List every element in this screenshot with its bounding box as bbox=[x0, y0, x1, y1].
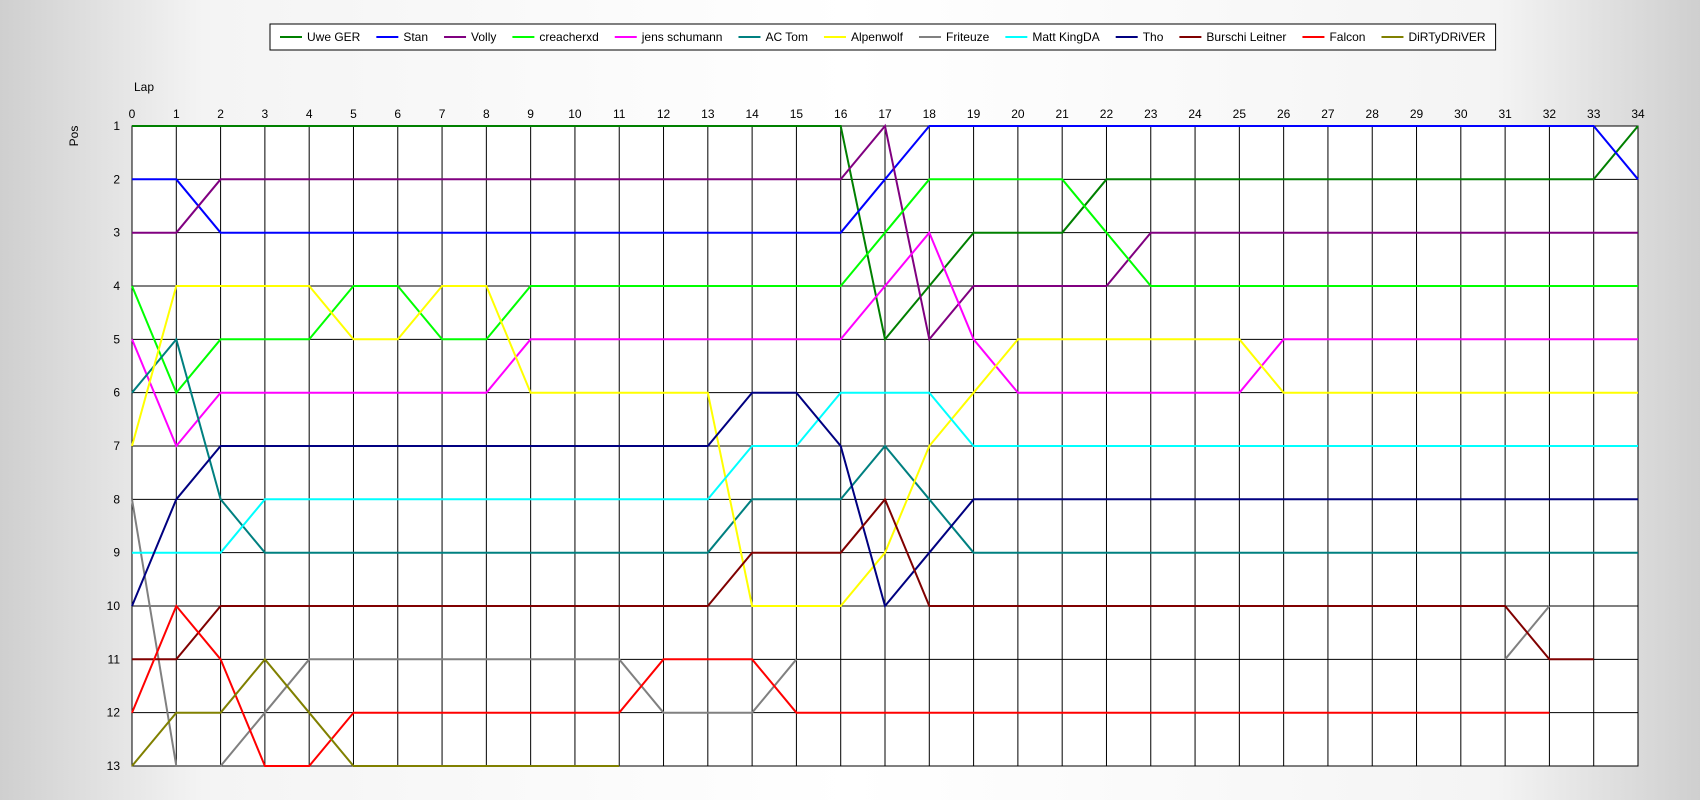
x-tick-label: 13 bbox=[701, 107, 715, 121]
x-tick-labels: 0 1 2 3 4 5 6 7 8 9 10 11 12 13 14 15 16 17 18 19 20 21 22 23 24… bbox=[129, 107, 1645, 121]
x-tick-label: 20 bbox=[1011, 107, 1025, 121]
y-tick-label: 3 bbox=[113, 226, 120, 240]
x-tick-label: 14 bbox=[745, 107, 759, 121]
x-tick-label: 6 bbox=[394, 107, 401, 121]
x-tick-label: 27 bbox=[1321, 107, 1335, 121]
x-tick-label: 30 bbox=[1454, 107, 1468, 121]
y-tick-label: 9 bbox=[113, 546, 120, 560]
legend: Uwe GER Stan Volly creacherxd jens schumann A… bbox=[269, 23, 1497, 51]
x-tick-label: 15 bbox=[790, 107, 804, 121]
y-axis-label: Pos bbox=[67, 126, 81, 147]
x-tick-label: 25 bbox=[1233, 107, 1247, 121]
x-tick-label: 7 bbox=[439, 107, 446, 121]
y-tick-label: 5 bbox=[113, 332, 120, 346]
x-tick-label: 4 bbox=[306, 107, 313, 121]
legend-label-falcon: Falcon bbox=[1329, 30, 1365, 44]
legend-label-friteuze: Friteuze bbox=[946, 30, 990, 44]
x-tick-label: 26 bbox=[1277, 107, 1291, 121]
x-tick-label: 17 bbox=[878, 107, 892, 121]
legend-label-dirtydriver: DiRTyDRiVER bbox=[1408, 30, 1485, 44]
x-tick-label: 8 bbox=[483, 107, 490, 121]
legend-label-ac-tom: AC Tom bbox=[765, 30, 807, 44]
y-tick-label: 11 bbox=[108, 652, 121, 666]
y-tick-label: 8 bbox=[113, 492, 120, 506]
legend-label-stan: Stan bbox=[403, 30, 428, 44]
x-tick-label: 33 bbox=[1587, 107, 1601, 121]
y-tick-label: 12 bbox=[107, 706, 121, 720]
x-tick-label: 34 bbox=[1631, 107, 1645, 121]
x-tick-label: 22 bbox=[1100, 107, 1114, 121]
legend-label-tho: Tho bbox=[1143, 30, 1164, 44]
x-tick-label: 11 bbox=[613, 107, 626, 121]
x-tick-label: 19 bbox=[967, 107, 981, 121]
x-tick-label: 31 bbox=[1498, 107, 1512, 121]
x-tick-label: 3 bbox=[262, 107, 269, 121]
y-tick-label: 1 bbox=[113, 119, 120, 133]
x-tick-label: 28 bbox=[1366, 107, 1380, 121]
y-tick-label: 10 bbox=[107, 599, 121, 613]
legend-label-volly: Volly bbox=[471, 30, 496, 44]
x-tick-label: 16 bbox=[834, 107, 848, 121]
legend-label-burschi-leitner: Burschi Leitner bbox=[1206, 30, 1286, 44]
x-tick-label: 29 bbox=[1410, 107, 1424, 121]
y-tick-label: 4 bbox=[113, 279, 120, 293]
x-tick-label: 12 bbox=[657, 107, 671, 121]
x-tick-label: 23 bbox=[1144, 107, 1158, 121]
x-tick-label: 5 bbox=[350, 107, 357, 121]
x-tick-label: 2 bbox=[217, 107, 224, 121]
legend-label-matt-kingda: Matt KingDA bbox=[1032, 30, 1099, 44]
x-tick-label: 9 bbox=[527, 107, 534, 121]
x-tick-label: 18 bbox=[923, 107, 937, 121]
x-tick-label: 1 bbox=[173, 107, 180, 121]
x-axis-label: Lap bbox=[134, 80, 154, 94]
legend-label-creacherxd: creacherxd bbox=[539, 30, 598, 44]
y-tick-label: 2 bbox=[113, 172, 120, 186]
x-tick-label: 21 bbox=[1055, 107, 1069, 121]
x-tick-label: 32 bbox=[1543, 107, 1557, 121]
legend-label-alpenwolf: Alpenwolf bbox=[851, 30, 904, 44]
y-tick-label: 6 bbox=[113, 386, 120, 400]
position-chart: Uwe GER Stan Volly creacherxd jens schumann A… bbox=[67, 23, 1645, 773]
x-tick-label: 0 bbox=[129, 107, 136, 121]
x-tick-label: 24 bbox=[1188, 107, 1202, 121]
y-tick-label: 7 bbox=[113, 439, 120, 453]
y-tick-label: 13 bbox=[107, 759, 121, 773]
x-tick-label: 10 bbox=[568, 107, 582, 121]
y-tick-labels: 12345678910111213 bbox=[107, 119, 121, 773]
legend-label-uwe-ger: Uwe GER bbox=[307, 30, 361, 44]
legend-label-jens-schumann: jens schumann bbox=[641, 30, 723, 44]
